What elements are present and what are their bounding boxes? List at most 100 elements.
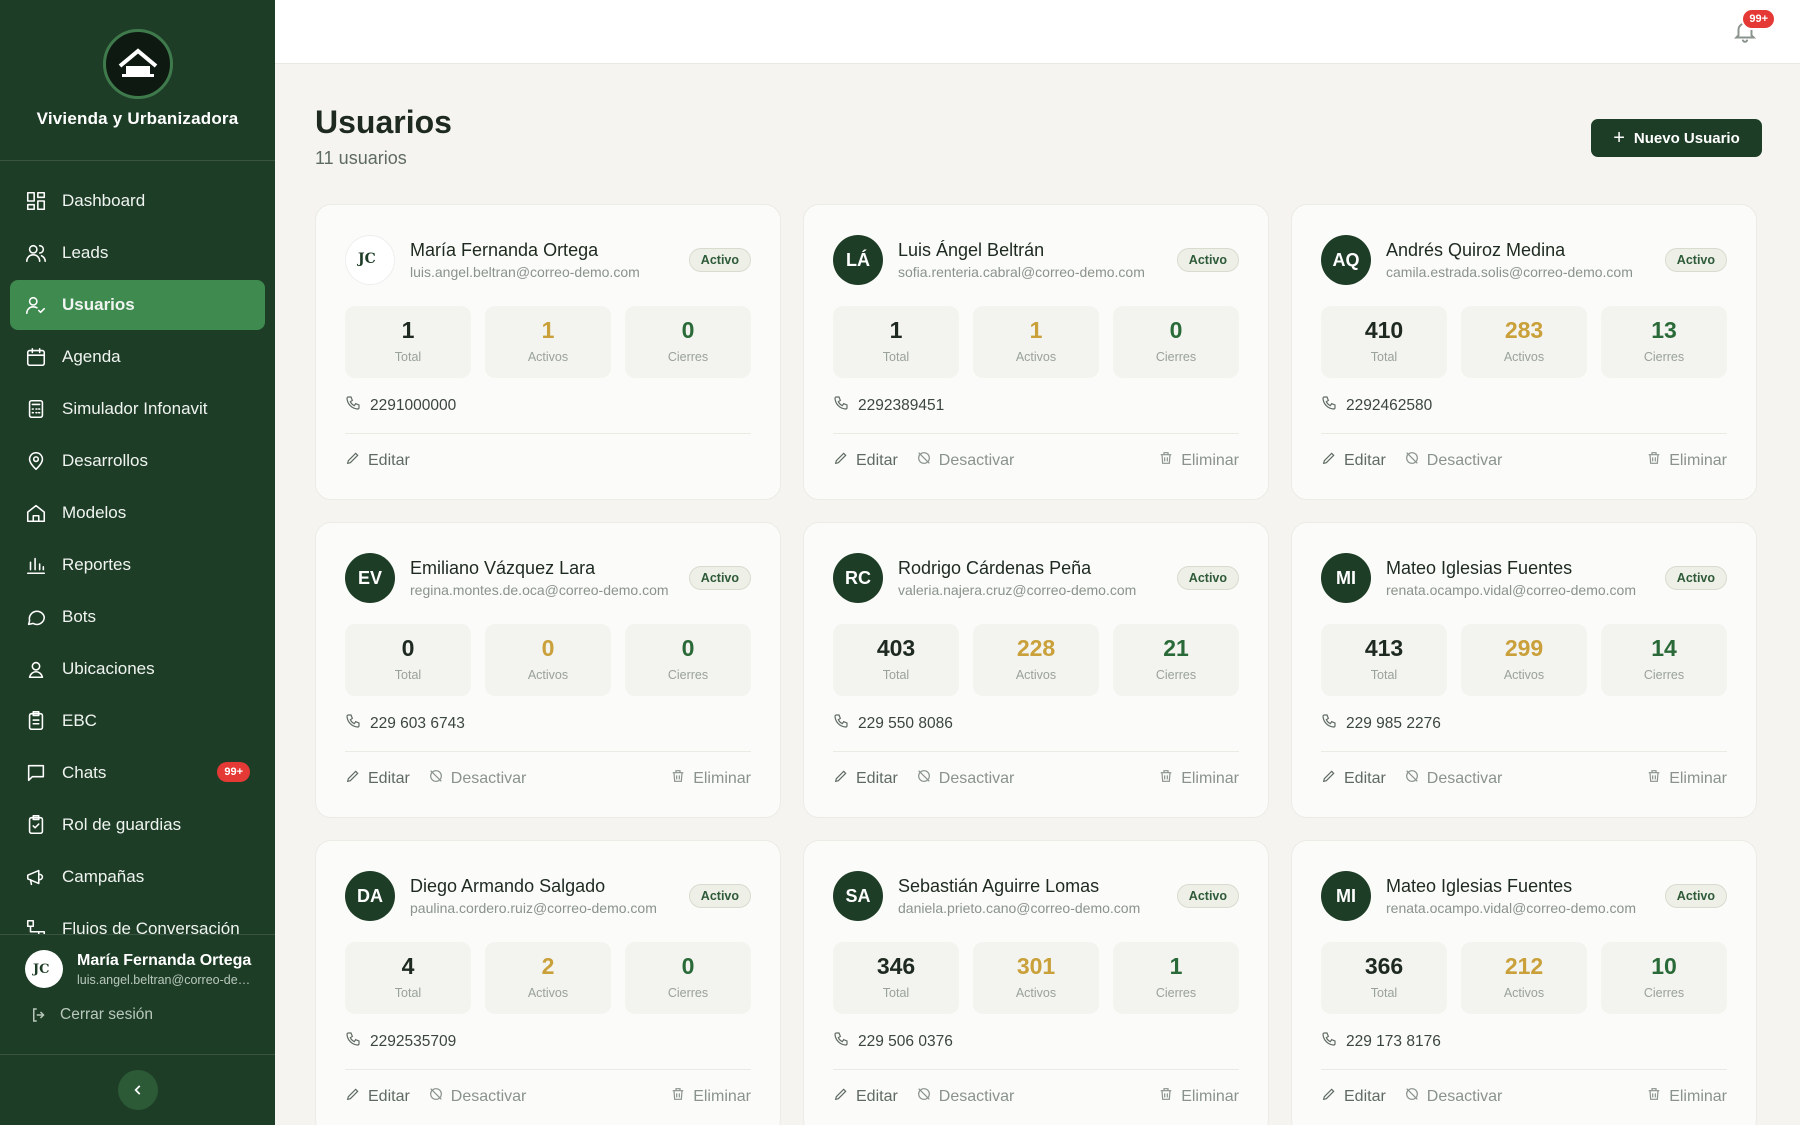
stat-total: 403 Total [833, 624, 959, 696]
current-user-panel: JC María Fernanda Ortega luis.angel.belt… [0, 934, 275, 1054]
stat-total-label: Total [394, 668, 422, 682]
sidebar-item-usuarios[interactable]: Usuarios [10, 280, 265, 330]
edit-button[interactable]: Editar [1321, 1086, 1386, 1107]
deactivate-button[interactable]: Desactivar [1404, 768, 1502, 789]
user-actions: Editar Desactivar Eliminar [833, 1086, 1239, 1107]
users-grid: JC María Fernanda Ortega luis.angel.beltra… [315, 204, 1762, 1125]
megaphone-icon [25, 866, 47, 888]
edit-button[interactable]: Editar [345, 768, 410, 789]
notifications-button[interactable]: 99+ [1732, 8, 1776, 44]
phone-icon [833, 395, 858, 416]
current-user[interactable]: JC María Fernanda Ortega luis.angel.belt… [0, 935, 275, 988]
edit-button[interactable]: Editar [833, 450, 898, 471]
user-card: DA Diego Armando Salgado paulina.cordero.r… [315, 840, 781, 1125]
flow-icon [25, 918, 47, 934]
user-actions: Editar Desactivar Eliminar [833, 450, 1239, 471]
edit-button[interactable]: Editar [345, 1086, 410, 1107]
phone-number: 229 603 6743 [370, 714, 465, 732]
deactivate-icon [1404, 768, 1427, 789]
deactivate-button[interactable]: Desactivar [916, 768, 1015, 789]
sidebar-item-campanas[interactable]: Campañas [10, 852, 265, 902]
user-card-header: JC María Fernanda Ortega luis.angel.beltra… [345, 235, 751, 285]
delete-button[interactable]: Eliminar [1646, 450, 1727, 471]
edit-button[interactable]: Editar [1321, 450, 1386, 471]
delete-label: Eliminar [1181, 451, 1239, 469]
chat-bubble-icon [25, 606, 47, 628]
sidebar-item-ubicaciones[interactable]: Ubicaciones [10, 644, 265, 694]
user-name: Emiliano Vázquez Lara [410, 558, 596, 578]
stat-cierres: 0 Cierres [1113, 306, 1239, 378]
sidebar-item-leads[interactable]: Leads [10, 228, 265, 278]
delete-button[interactable]: Eliminar [670, 768, 751, 789]
delete-button[interactable]: Eliminar [1158, 1086, 1239, 1107]
status-badge: Activo [1664, 248, 1727, 272]
user-actions: Editar [345, 450, 751, 471]
sidebar-item-label: Modelos [62, 503, 127, 522]
delete-button[interactable]: Eliminar [1158, 450, 1239, 471]
deactivate-label: Desactivar [938, 769, 1015, 787]
sidebar-item-label: EBC [62, 711, 97, 730]
deactivate-button[interactable]: Desactivar [916, 450, 1014, 471]
svg-text:JC: JC [32, 962, 50, 977]
collapse-sidebar-button[interactable] [117, 1070, 158, 1110]
stat-activos: 299 Activos [1461, 624, 1587, 696]
stat-total-value: 366 [1364, 953, 1404, 979]
deactivate-button[interactable]: Desactivar [1404, 450, 1502, 471]
deactivate-button[interactable]: Desactivar [428, 1086, 526, 1107]
stat-total-label: Total [1370, 986, 1398, 1000]
stat-total: 366 Total [1321, 942, 1447, 1014]
stat-cierres-value: 0 [681, 635, 695, 661]
delete-button[interactable]: Eliminar [1646, 1086, 1727, 1107]
user-card-header: MI Mateo Iglesias Fuentes renata.ocampo.vi… [1321, 871, 1727, 921]
user-stats: 1 Total 1 Activos 0 Cierres [833, 306, 1239, 378]
delete-button[interactable]: Eliminar [1158, 768, 1239, 789]
card-divider [1321, 1069, 1727, 1070]
card-divider [1321, 751, 1727, 752]
stat-activos: 212 Activos [1461, 942, 1587, 1014]
stat-activos: 301 Activos [973, 942, 1099, 1014]
edit-label: Editar [1344, 1087, 1386, 1105]
new-user-label: Nuevo Usuario [1633, 129, 1740, 147]
stat-total-value: 1 [889, 317, 903, 343]
brand-logo[interactable] [102, 29, 173, 99]
user-stats: 403 Total 228 Activos 21 Cierres [833, 624, 1239, 696]
edit-button[interactable]: Editar [1321, 768, 1386, 789]
sidebar-item-modelos[interactable]: Modelos [10, 488, 265, 538]
deactivate-button[interactable]: Desactivar [916, 1086, 1014, 1107]
sidebar-item-label: Agenda [62, 347, 121, 366]
sidebar-item-bots[interactable]: Bots [10, 592, 265, 642]
sidebar-item-simulador-infonavit[interactable]: Simulador Infonavit [10, 384, 265, 434]
chevron-left-icon [133, 1085, 140, 1095]
delete-button[interactable]: Eliminar [1646, 768, 1727, 789]
deactivate-button[interactable]: Desactivar [1404, 1086, 1502, 1107]
sidebar-item-reportes[interactable]: Reportes [10, 540, 265, 590]
edit-button[interactable]: Editar [833, 1086, 898, 1107]
dashboard-icon [25, 190, 47, 212]
new-user-button[interactable]: + Nuevo Usuario [1591, 119, 1762, 157]
stat-activos: 0 Activos [485, 624, 611, 696]
stat-cierres-label: Cierres [1155, 986, 1197, 1000]
sidebar-item-label: Chats [62, 763, 107, 782]
edit-button[interactable]: Editar [833, 768, 898, 789]
calendar-icon [25, 346, 47, 368]
sidebar-item-label: Flujos de Conversación [62, 919, 240, 934]
sidebar-item-ebc[interactable]: EBC [10, 696, 265, 746]
user-card-header: DA Diego Armando Salgado paulina.cordero.r… [345, 871, 751, 921]
sidebar-item-agenda[interactable]: Agenda [10, 332, 265, 382]
phone-number: 229 506 0376 [858, 1032, 953, 1050]
edit-button[interactable]: Editar [345, 450, 410, 471]
sidebar-item-desarrollos[interactable]: Desarrollos [10, 436, 265, 486]
sidebar-item-flujos-de-conversacion[interactable]: Flujos de Conversación [10, 904, 265, 934]
sidebar-item-chats[interactable]: Chats 99+ [10, 748, 265, 798]
delete-button[interactable]: Eliminar [670, 1086, 751, 1107]
sidebar-item-rol-de-guardias[interactable]: Rol de guardias [10, 800, 265, 850]
deactivate-button[interactable]: Desactivar [428, 768, 526, 789]
sidebar-item-dashboard[interactable]: Dashboard [10, 176, 265, 226]
brand: Vivienda y Urbanizadora [0, 0, 275, 161]
pencil-icon [1321, 768, 1344, 789]
current-user-name: María Fernanda Ortega [77, 951, 252, 969]
stat-activos-value: 283 [1504, 317, 1544, 343]
stat-activos-value: 0 [541, 635, 555, 661]
logout-button[interactable]: Cerrar sesión [0, 988, 275, 1026]
user-phone: 2292535709 [345, 1031, 456, 1052]
